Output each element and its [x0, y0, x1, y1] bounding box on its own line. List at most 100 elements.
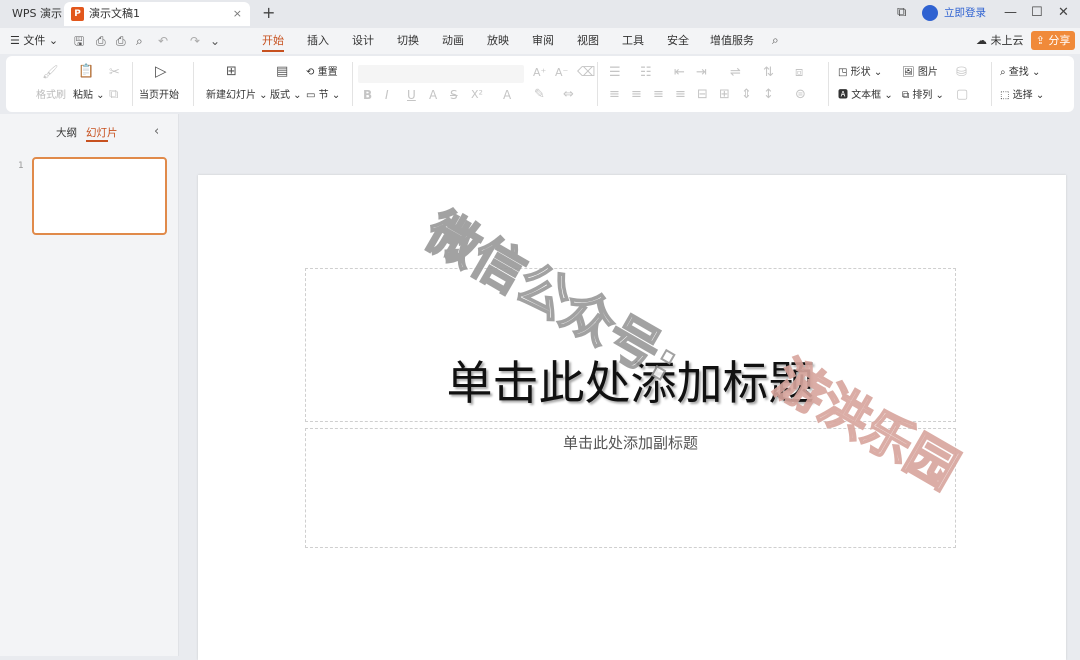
tab-view[interactable]: 视图: [577, 34, 599, 48]
picture-icon: 🖼: [902, 67, 915, 78]
slide-number: 1: [18, 161, 24, 171]
separator: [352, 62, 353, 106]
copy-icon[interactable]: ⧉: [109, 88, 118, 102]
numbered-list-icon[interactable]: ☷: [640, 66, 652, 80]
search-icon[interactable]: ⌕: [772, 32, 779, 48]
play-icon: ▷: [155, 62, 167, 80]
increase-font-icon[interactable]: A⁺: [533, 66, 546, 80]
shape-label: 形状: [850, 67, 871, 78]
distribute-icon[interactable]: ⊟: [697, 88, 708, 102]
increase-indent-icon[interactable]: ⇥: [696, 66, 707, 80]
share-button[interactable]: ⇪ 分享: [1031, 31, 1075, 50]
underline-icon[interactable]: U: [407, 88, 416, 102]
play-from-current-button[interactable]: 当页开始: [139, 89, 179, 102]
slide-thumbnail[interactable]: [32, 157, 167, 235]
italic-icon[interactable]: I: [385, 88, 389, 102]
separator: [132, 62, 133, 106]
minimize-icon[interactable]: —: [1004, 4, 1017, 22]
tab-slideshow[interactable]: 放映: [487, 34, 509, 48]
tab-home[interactable]: 开始: [262, 34, 284, 48]
print-icon[interactable]: ⎙: [116, 33, 126, 49]
save-icon[interactable]: 🖫: [74, 33, 84, 49]
maximize-icon[interactable]: ☐: [1031, 4, 1043, 22]
font-family-select[interactable]: [358, 65, 524, 83]
document-tab[interactable]: P 演示文稿1 ×: [64, 2, 250, 26]
undo-icon[interactable]: ↶: [158, 33, 168, 49]
tab-animations[interactable]: 动画: [442, 34, 464, 48]
app-tab[interactable]: WPS 演示: [6, 4, 68, 24]
bullet-list-icon[interactable]: ☰: [609, 66, 621, 80]
login-link[interactable]: 立即登录: [944, 5, 986, 21]
shape-icon: ◳: [838, 67, 848, 78]
tab-review[interactable]: 审阅: [532, 34, 554, 48]
tab-transitions[interactable]: 切换: [397, 34, 419, 48]
decrease-indent-icon[interactable]: ⇤: [674, 66, 685, 80]
textbox-icon: 🅰: [838, 90, 848, 101]
picture-label: 图片: [917, 67, 938, 78]
select-button[interactable]: ⬚ 选择 ⌄: [1000, 89, 1044, 102]
shape-button[interactable]: ◳ 形状 ⌄: [838, 66, 882, 79]
align-center-icon[interactable]: ≡: [631, 88, 642, 102]
export-pdf-icon[interactable]: ⎙: [96, 33, 106, 49]
strikethrough-icon[interactable]: S: [450, 88, 458, 102]
find-button[interactable]: ⌕ 查找 ⌄: [1000, 66, 1040, 79]
print-preview-icon[interactable]: ⌕: [136, 33, 143, 49]
file-menu[interactable]: ☰ 文件 ⌄: [10, 33, 58, 49]
close-window-icon[interactable]: ✕: [1058, 4, 1069, 22]
section-button[interactable]: ▭ 节 ⌄: [306, 89, 340, 102]
shadow-text-icon[interactable]: A: [429, 88, 437, 102]
line-spacing-icon[interactable]: ↕: [763, 88, 774, 102]
char-spacing-icon[interactable]: ⇔: [563, 88, 574, 102]
font-color-icon[interactable]: A: [503, 88, 511, 102]
columns-icon[interactable]: ⊞: [719, 88, 730, 102]
highlight-icon[interactable]: ✎: [534, 88, 545, 102]
arrange-icon: ⧉: [902, 90, 910, 101]
cut-icon[interactable]: ✂: [109, 66, 120, 80]
superscript-icon[interactable]: X²: [471, 88, 483, 102]
cloud-status-label: 未上云: [990, 34, 1024, 47]
align-right-icon[interactable]: ≡: [653, 88, 664, 102]
tab-tools[interactable]: 工具: [622, 34, 644, 48]
avatar-icon[interactable]: [922, 5, 938, 21]
bold-icon[interactable]: B: [363, 88, 372, 102]
new-tab-button[interactable]: +: [262, 4, 275, 22]
format-painter-button[interactable]: 格式刷: [36, 89, 66, 102]
text-direction-icon[interactable]: ⇌: [730, 66, 741, 80]
fill-icon[interactable]: ⛁: [956, 66, 967, 80]
quick-access-more-icon[interactable]: ⌄: [210, 33, 220, 49]
tab-outline[interactable]: 大纲: [56, 126, 77, 140]
new-slide-button[interactable]: 新建幻灯片 ⌄: [206, 89, 268, 102]
outline-icon[interactable]: ▢: [956, 88, 968, 102]
collapse-panel-icon[interactable]: ‹: [154, 124, 159, 139]
layout-button[interactable]: 版式 ⌄: [270, 89, 302, 102]
paste-button[interactable]: 粘贴 ⌄: [73, 89, 105, 102]
clear-format-icon[interactable]: ⌫: [577, 66, 595, 80]
tab-security[interactable]: 安全: [667, 34, 689, 48]
vertical-align-icon[interactable]: ⇕: [741, 88, 752, 102]
layout-icon: ▤: [276, 64, 289, 79]
title-bar: WPS 演示 P 演示文稿1 × + ⧉ 立即登录 — ☐ ✕: [0, 0, 1080, 28]
tab-value-added-services[interactable]: 增值服务: [710, 34, 754, 48]
align-left-icon[interactable]: ≡: [609, 88, 620, 102]
paste-icon: 📋: [78, 64, 95, 79]
redo-icon[interactable]: ↷: [190, 33, 200, 49]
close-tab-icon[interactable]: ×: [233, 7, 242, 21]
tab-insert[interactable]: 插入: [307, 34, 329, 48]
window-layout-icon[interactable]: ⧉: [897, 4, 906, 22]
decrease-font-icon[interactable]: A⁻: [555, 66, 568, 80]
cloud-status-button[interactable]: ☁ 未上云: [976, 33, 1024, 49]
picture-button[interactable]: 🖼 图片: [902, 66, 938, 79]
format-painter-icon: 🖌: [42, 65, 59, 80]
subtitle-placeholder-text[interactable]: 单击此处添加副标题: [305, 433, 956, 453]
tab-design[interactable]: 设计: [352, 34, 374, 48]
arrange-button[interactable]: ⧉ 排列 ⌄: [902, 89, 944, 102]
justify-icon[interactable]: ≡: [675, 88, 686, 102]
share-label: 分享: [1048, 34, 1071, 47]
tab-slides[interactable]: 幻灯片: [86, 126, 118, 140]
text-box-align-icon[interactable]: ⊜: [795, 88, 806, 102]
title-placeholder-text[interactable]: 单击此处添加标题: [305, 351, 956, 415]
reset-button[interactable]: ⟲ 重置: [306, 66, 338, 79]
textbox-button[interactable]: 🅰 文本框 ⌄: [838, 89, 893, 102]
sort-icon[interactable]: ⇅: [763, 66, 774, 80]
convert-icon[interactable]: ⧈: [795, 66, 803, 80]
